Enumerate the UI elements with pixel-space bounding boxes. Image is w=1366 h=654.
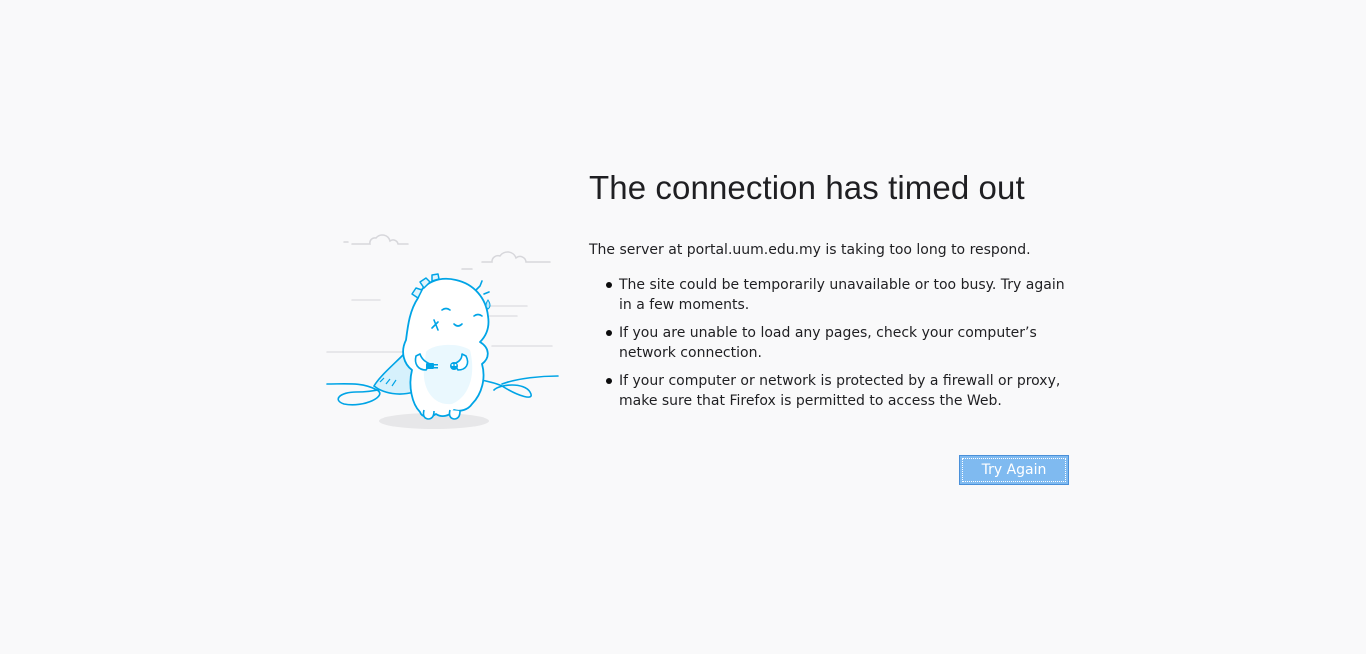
list-item: If you are unable to load any pages, che… [606, 323, 1071, 363]
dino-unplugged-illustration-icon [322, 224, 562, 434]
list-item: If your computer or network is protected… [606, 371, 1071, 411]
list-item: The site could be temporarily unavailabl… [606, 275, 1071, 315]
error-title: The connection has timed out [589, 169, 1025, 206]
error-description: The server at portal.uum.edu.my is takin… [589, 242, 1031, 258]
error-page: The connection has timed out The server … [0, 0, 1366, 654]
try-again-button[interactable]: Try Again [959, 455, 1069, 485]
error-content: The connection has timed out The server … [589, 166, 1071, 419]
suggestion-list: The site could be temporarily unavailabl… [589, 275, 1071, 411]
